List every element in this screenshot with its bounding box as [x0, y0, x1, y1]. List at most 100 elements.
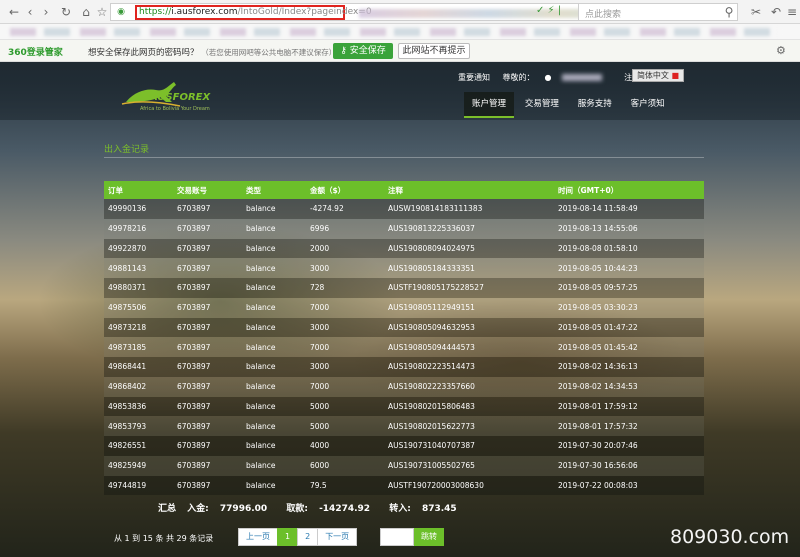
cell-time: 2019-08-13 14:55:06: [554, 218, 704, 239]
cell-order: 49744819: [104, 475, 173, 496]
cell-account: 6703897: [173, 199, 242, 219]
back-icon[interactable]: ←: [6, 4, 22, 20]
url-domain: i.ausforex.com: [171, 7, 238, 17]
col-order: 订单: [104, 181, 173, 199]
language-select[interactable]: 简体中文 ■: [632, 69, 684, 82]
undo-icon[interactable]: ↶: [768, 4, 784, 20]
secure-lock-icon: ◉: [117, 7, 125, 17]
cell-order: 49990136: [104, 199, 173, 219]
cell-type: balance: [242, 376, 306, 397]
cell-type: balance: [242, 455, 306, 476]
main-nav: 账户管理 交易管理 服务支持 客户须知: [464, 92, 673, 118]
cell-comment: AUSW190814183111383: [384, 199, 554, 219]
cell-account: 6703897: [173, 436, 242, 456]
withdraw-value: -14274.92: [319, 504, 371, 514]
cell-amount: 7000: [306, 297, 384, 318]
cell-amount: 7000: [306, 376, 384, 397]
cell-type: balance: [242, 238, 306, 259]
col-type: 类型: [242, 181, 306, 199]
deposit-value: 77996.00: [219, 504, 268, 514]
cell-amount: 728: [306, 278, 384, 298]
goto-button[interactable]: 跳转: [414, 528, 444, 546]
cell-type: balance: [242, 396, 306, 417]
forward-icon[interactable]: ›: [38, 4, 54, 20]
url-text[interactable]: https://i.ausforex.com/IntoGold/Index?pa…: [139, 7, 372, 17]
next-page-button[interactable]: 下一页: [317, 528, 358, 546]
table-row: 49875506 6703897 balance 7000 AUS19080511294…: [104, 297, 704, 318]
bookmark-bar: [0, 24, 800, 40]
nav-account-management[interactable]: 账户管理: [464, 92, 515, 118]
cell-comment: AUS190805112949151: [384, 297, 554, 318]
cell-account: 6703897: [173, 258, 242, 278]
cell-comment: AUS190802223514473: [384, 357, 554, 377]
transfer-label: 转入:: [389, 504, 411, 514]
totals-summary: 汇总 入金: 77996.00 取款: -14274.92 转入: 873.45: [158, 501, 473, 514]
cell-type: balance: [242, 218, 306, 239]
browser-toolbar: ← ‹ › ↻ ⌂ ☆ ◉ https://i.ausforex.com/Int…: [0, 0, 800, 24]
table-row: 49744819 6703897 balance 79.5 AUSTF190720003…: [104, 475, 704, 496]
deposit-total: 入金: 77996.00: [187, 504, 275, 514]
search-icon[interactable]: ⚲: [721, 4, 737, 20]
cell-account: 6703897: [173, 297, 242, 318]
menu-icon[interactable]: ≡: [784, 4, 800, 20]
table-row: 49922870 6703897 balance 2000 AUS19080809402…: [104, 238, 704, 259]
table-row: 49825949 6703897 balance 6000 AUS19073100550…: [104, 455, 704, 476]
cell-time: 2019-08-02 14:34:53: [554, 376, 704, 397]
cell-order: 49880371: [104, 278, 173, 298]
table-row: 49990136 6703897 balance -4274.92 AUSW190814…: [104, 199, 704, 219]
never-prompt-button[interactable]: 此网站不再提示: [398, 43, 470, 59]
cell-order: 49873218: [104, 317, 173, 338]
cell-order: 49853793: [104, 416, 173, 436]
cell-comment: AUS190805184333351: [384, 258, 554, 278]
search-placeholder: 点此搜索: [585, 10, 622, 20]
cell-order: 49868441: [104, 357, 173, 377]
nav-service-support[interactable]: 服务支持: [570, 92, 620, 118]
table-body: 49990136 6703897 balance -4274.92 AUSW190814…: [104, 199, 704, 496]
gear-icon[interactable]: ⚙: [776, 44, 786, 57]
cell-amount: 3000: [306, 317, 384, 338]
important-notice-link[interactable]: 重要通知: [458, 73, 490, 82]
table-row: 49853793 6703897 balance 5000 AUS19080201562…: [104, 416, 704, 436]
blurred-bookmarks: [10, 28, 780, 36]
site-page: AUSFOREX Africa to Bolivia Your Dream 重要…: [0, 62, 800, 557]
url-path: /IntoGold/Index?pageindex=0: [237, 7, 372, 17]
transfer-total: 转入: 873.45: [389, 504, 464, 514]
cell-time: 2019-08-01 17:59:12: [554, 396, 704, 417]
page-1-button[interactable]: 1: [277, 528, 299, 546]
withdraw-label: 取款:: [286, 504, 308, 514]
cell-amount: 4000: [306, 436, 384, 456]
cell-comment: AUSTF190805175228527: [384, 278, 554, 298]
extension-icons[interactable]: ✓ ⚡ |: [536, 5, 561, 16]
prev-page-button[interactable]: 上一页: [238, 528, 278, 546]
nav-trade-management[interactable]: 交易管理: [517, 92, 567, 118]
col-account: 交易账号: [173, 181, 242, 199]
page-2-button[interactable]: 2: [297, 528, 319, 546]
cell-amount: 5000: [306, 416, 384, 436]
cell-time: 2019-08-14 11:58:49: [554, 199, 704, 219]
cell-account: 6703897: [173, 475, 242, 496]
password-save-bar: 360登录管家 想安全保存此网页的密码吗？ （若您使用网吧等公共电脑不建议保存）…: [0, 40, 800, 62]
cell-amount: 7000: [306, 337, 384, 357]
deposit-label: 入金:: [187, 504, 209, 514]
search-input[interactable]: 点此搜索 ⚲: [578, 3, 738, 21]
star-icon[interactable]: ☆: [94, 4, 110, 20]
scissors-icon[interactable]: ✂: [748, 4, 764, 20]
safe-save-label: 安全保存: [349, 46, 386, 56]
table-row: 49881143 6703897 balance 3000 AUS19080518433…: [104, 258, 704, 278]
goto-page-input[interactable]: [380, 528, 414, 546]
safe-save-button[interactable]: ⚷ 安全保存: [333, 43, 393, 59]
table-row: 49868402 6703897 balance 7000 AUS19080222335…: [104, 376, 704, 397]
cell-type: balance: [242, 317, 306, 338]
password-prompt-text: 想安全保存此网页的密码吗？ （若您使用网吧等公共电脑不建议保存）: [88, 46, 336, 58]
cell-order: 49922870: [104, 238, 173, 259]
cell-account: 6703897: [173, 238, 242, 259]
table-row: 49978216 6703897 balance 6996 AUS19081322533…: [104, 218, 704, 239]
refresh-icon[interactable]: ↻: [58, 4, 74, 20]
back-arrow-icon[interactable]: ‹: [22, 4, 38, 20]
table-row: 49873185 6703897 balance 7000 AUS19080509444…: [104, 337, 704, 357]
cell-amount: -4274.92: [306, 199, 384, 219]
table-row: 49868441 6703897 balance 3000 AUS19080222351…: [104, 357, 704, 377]
home-icon[interactable]: ⌂: [78, 4, 94, 20]
cell-order: 49853836: [104, 396, 173, 417]
nav-customer-notice[interactable]: 客户须知: [623, 92, 673, 118]
